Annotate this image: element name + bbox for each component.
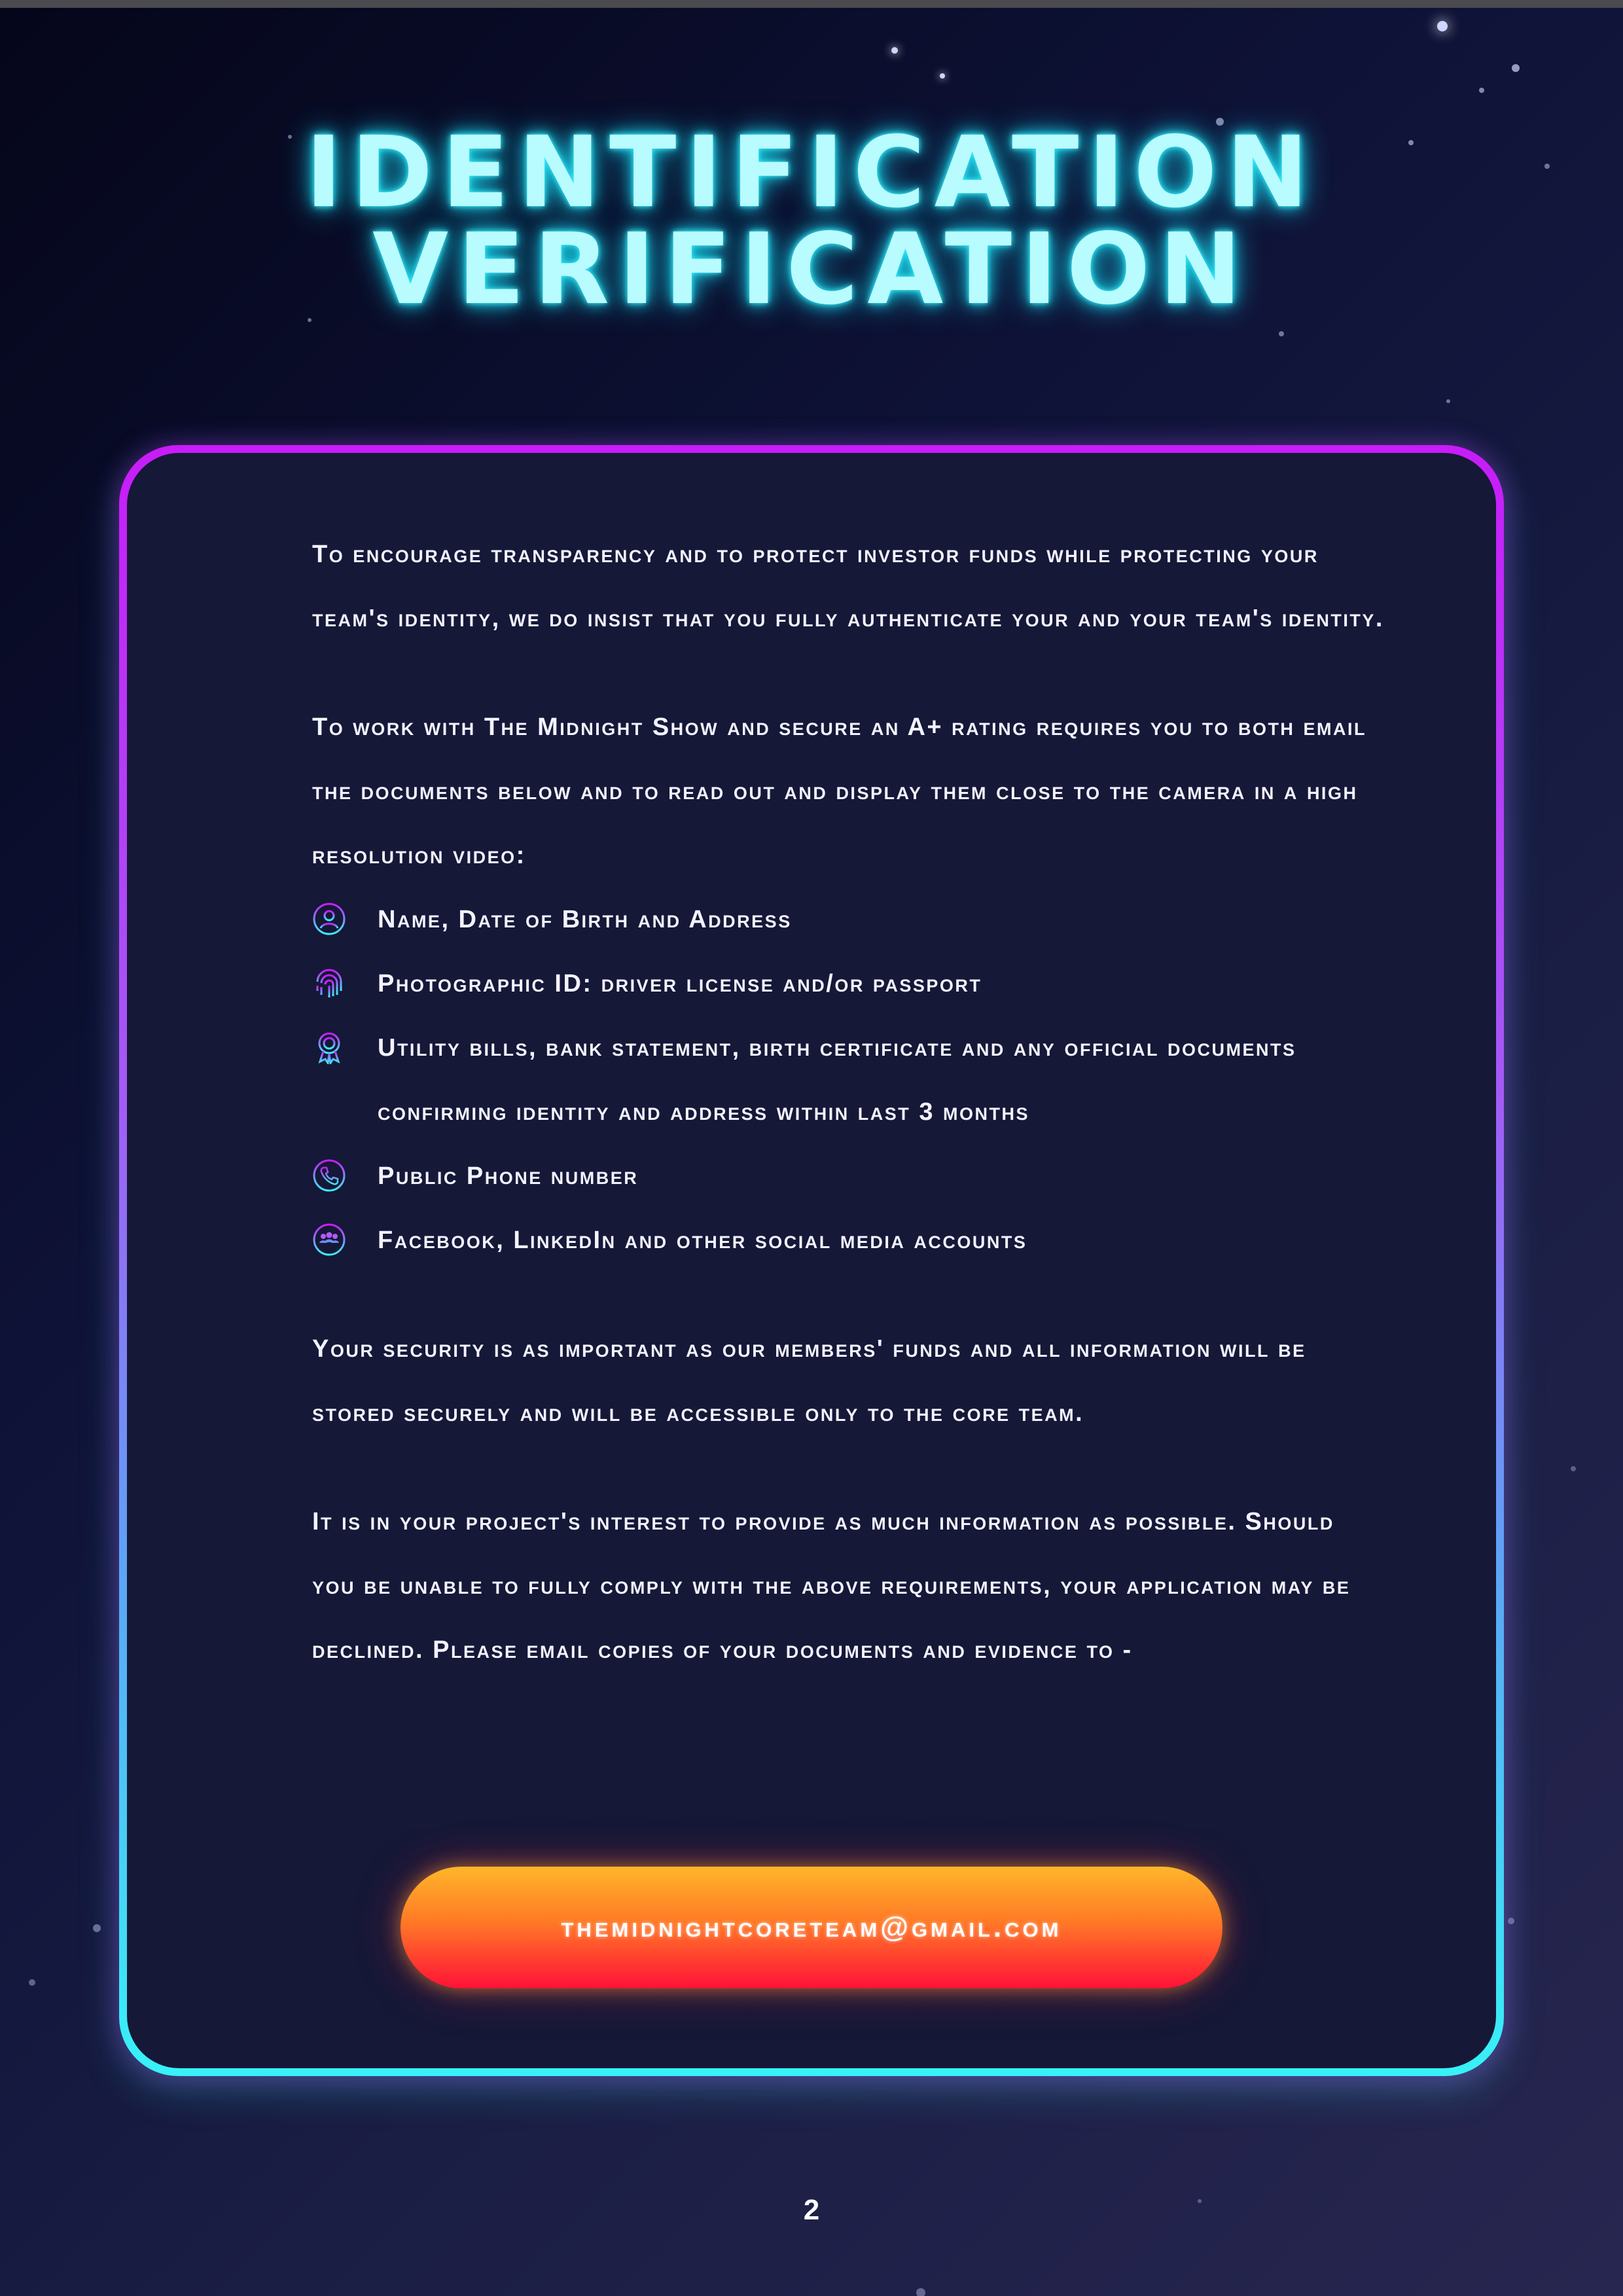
group-icon [313, 1223, 346, 1256]
page-title: Identification Verification [0, 116, 1623, 327]
page-title-line-1: Identification [305, 116, 1318, 230]
fingerprint-icon [316, 969, 342, 997]
list-item: Public Phone number [312, 1144, 1385, 1208]
list-item: Utility bills, bank statement, birth cer… [312, 1016, 1385, 1144]
document-utility-bills: Utility bills, bank statement, birth cer… [378, 1034, 1296, 1126]
card-content: To encourage transparency and to protect… [312, 522, 1385, 1682]
document-name-dob-address: Name, Date of Birth and Address [378, 906, 792, 933]
phone-icon [313, 1159, 346, 1192]
list-item: Facebook, LinkedIn and other social medi… [312, 1208, 1385, 1272]
user-icon [313, 903, 346, 935]
document-photo-id: Photographic ID: driver license and/or p… [378, 970, 982, 997]
list-item: Photographic ID: driver license and/or p… [312, 952, 1385, 1016]
page-number: 2 [803, 2194, 820, 2226]
security-paragraph: Your security is as important as our mem… [312, 1335, 1306, 1427]
document-social-media: Facebook, LinkedIn and other social medi… [378, 1227, 1027, 1254]
email-button[interactable]: themidnightcoreteam@gmail.com [401, 1867, 1222, 1988]
interest-paragraph: It is in your project's interest to prov… [312, 1508, 1351, 1664]
requirement-paragraph: To work with The Midnight Show and secur… [312, 713, 1366, 869]
list-item: Name, Date of Birth and Address [312, 888, 1385, 952]
award-badge-icon [318, 1032, 340, 1064]
document-public-phone: Public Phone number [378, 1162, 639, 1190]
intro-paragraph: To encourage transparency and to protect… [312, 541, 1384, 632]
documents-list: Name, Date of Birth and Address Photogra… [312, 888, 1385, 1272]
page-title-line-2: Verification [372, 213, 1251, 327]
